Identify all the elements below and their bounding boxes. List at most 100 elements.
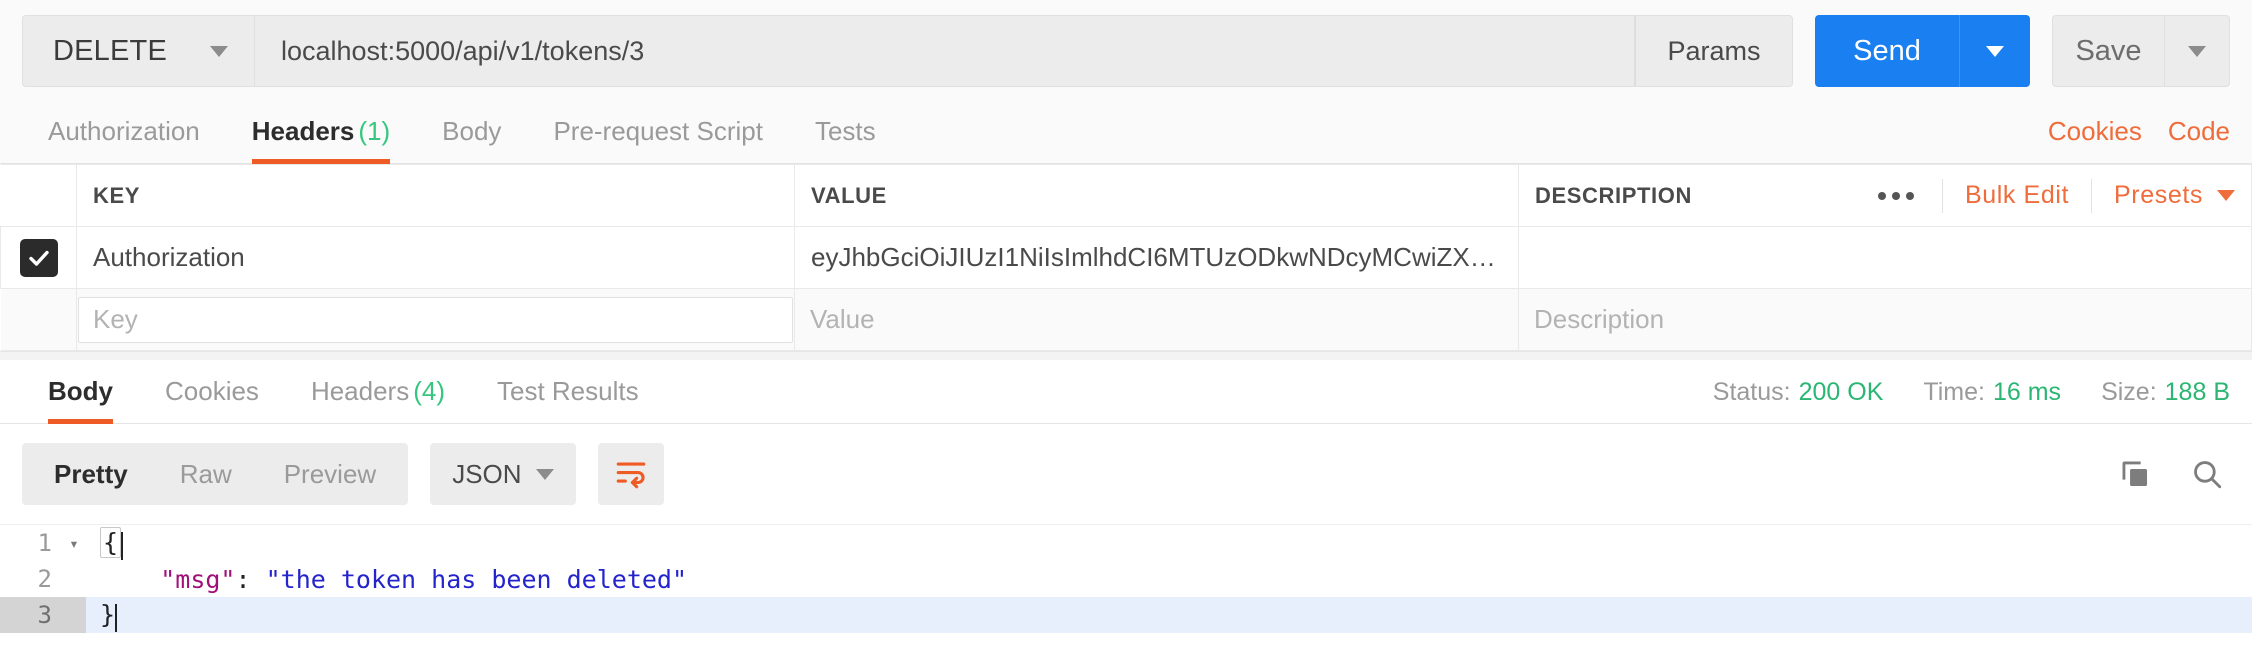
tab-body[interactable]: Body (416, 116, 527, 163)
new-row-description-cell[interactable]: Description (1518, 288, 2252, 351)
view-mode-raw[interactable]: Raw (154, 443, 258, 505)
response-tab-bar: Body Cookies Headers (4) Test Results Sta… (0, 360, 2252, 424)
search-button[interactable] (2190, 457, 2224, 491)
http-method-selector[interactable]: DELETE (22, 15, 254, 87)
request-url-input[interactable]: localhost:5000/api/v1/tokens/3 (254, 15, 1635, 87)
row-checkbox-cell (0, 226, 77, 289)
column-header-description: DESCRIPTION Bulk Edit Presets (1518, 164, 2252, 227)
new-row-value-cell[interactable]: Value (794, 288, 1519, 351)
copy-button[interactable] (2118, 457, 2152, 491)
view-mode-label: Raw (179, 458, 232, 489)
send-options-button[interactable] (1959, 15, 2030, 87)
tab-authorization[interactable]: Authorization (22, 116, 226, 163)
params-button[interactable]: Params (1635, 15, 1793, 87)
column-header-description-label: DESCRIPTION (1535, 182, 1692, 208)
text-cursor (115, 604, 118, 632)
code-line-text: "msg": "the token has been deleted" (86, 565, 687, 594)
header-enabled-checkbox[interactable] (19, 238, 58, 277)
line-number: 3 (0, 597, 62, 633)
code-token: } (100, 600, 116, 629)
header-key-cell[interactable]: Authorization (76, 226, 795, 289)
chevron-down-icon (2188, 45, 2206, 57)
tab-label: Cookies (165, 376, 259, 406)
status-label: Status: (1712, 378, 1791, 406)
view-mode-label: Preview (283, 458, 377, 489)
table-row-new: Key Value Description (0, 288, 2252, 351)
save-options-button[interactable] (2164, 15, 2230, 87)
divider (1941, 178, 1943, 213)
wrap-lines-button[interactable] (598, 443, 665, 505)
tab-pre-request-script[interactable]: Pre-request Script (527, 116, 789, 163)
header-description-cell[interactable] (1518, 226, 2252, 289)
request-tab-bar: Authorization Headers (1) Body Pre-reques… (0, 102, 2252, 164)
code-line-text: } (86, 600, 118, 632)
tab-headers[interactable]: Headers (1) (226, 116, 416, 164)
cookies-link[interactable]: Cookies (2048, 116, 2142, 147)
line-number: 2 (0, 561, 62, 597)
url-bar: DELETE localhost:5000/api/v1/tokens/3 Pa… (0, 0, 2252, 102)
table-row: Authorization eyJhbGciOiJIUzI1NiIsImlhdC… (0, 226, 2252, 289)
tab-label: Pre-request Script (553, 116, 763, 146)
code-token-key: "msg" (160, 564, 236, 594)
fold-spacer (62, 561, 86, 597)
tab-count-badge: (4) (413, 376, 445, 406)
column-header-value: VALUE (794, 164, 1519, 227)
save-button[interactable]: Save (2052, 15, 2164, 87)
status-value: 200 OK (1798, 378, 1884, 406)
headers-table-actions: Bulk Edit Presets (1872, 178, 2235, 213)
chevron-down-icon (536, 468, 555, 480)
tab-tests[interactable]: Tests (789, 116, 902, 163)
fold-toggle-icon[interactable]: ▾ (62, 525, 86, 561)
view-mode-preview[interactable]: Preview (258, 443, 402, 505)
tab-response-body[interactable]: Body (22, 376, 139, 424)
send-button[interactable]: Send (1815, 15, 1959, 87)
tab-response-cookies[interactable]: Cookies (139, 376, 285, 423)
presets-label: Presets (2114, 181, 2203, 209)
divider (2091, 178, 2093, 213)
presets-button[interactable]: Presets (2114, 181, 2235, 210)
http-method-label: DELETE (53, 34, 168, 67)
chevron-down-icon (2217, 190, 2235, 201)
view-mode-group: Pretty Raw Preview (22, 443, 409, 505)
response-body-viewer[interactable]: 1 ▾ { 2 "msg": "the token has been delet… (0, 524, 2252, 633)
text-cursor (121, 532, 124, 560)
bulk-edit-button[interactable]: Bulk Edit (1965, 181, 2069, 210)
save-button-group: Save (2052, 15, 2230, 87)
view-mode-pretty[interactable]: Pretty (28, 443, 154, 505)
response-toolbar-icons (2118, 457, 2230, 491)
headers-table: KEY VALUE DESCRIPTION Bulk Edit Presets (0, 164, 2252, 351)
new-value-input[interactable]: Value (796, 297, 1517, 343)
tab-response-headers[interactable]: Headers (4) (285, 376, 471, 423)
size-label: Size: (2101, 378, 2157, 406)
view-mode-label: Pretty (54, 458, 128, 489)
code-line: 1 ▾ { (0, 525, 2252, 561)
new-row-key-cell[interactable]: Key (76, 288, 795, 351)
more-options-icon[interactable] (1872, 191, 1920, 200)
tab-label: Headers (251, 116, 355, 146)
divider (0, 351, 2252, 360)
headers-table-head: KEY VALUE DESCRIPTION Bulk Edit Presets (0, 164, 2252, 227)
search-icon (2194, 461, 2222, 489)
new-description-input[interactable]: Description (1520, 297, 2250, 343)
response-body-toolbar: Pretty Raw Preview JSON (0, 424, 2252, 524)
wrap-lines-icon (616, 462, 646, 489)
size-badge: Size: 188 B (2101, 378, 2230, 407)
code-line-text: { (86, 527, 124, 560)
chevron-down-icon (1986, 45, 2004, 57)
tab-label: Body (442, 116, 502, 146)
request-tab-links: Cookies Code (2048, 116, 2230, 163)
send-button-group: Send (1815, 15, 2030, 87)
header-value-cell[interactable]: eyJhbGciOiJIUzI1NiIsImlhdCI6MTUzODkwNDcy… (794, 226, 1519, 289)
code-link[interactable]: Code (2168, 116, 2230, 147)
tab-test-results[interactable]: Test Results (471, 376, 665, 423)
send-label: Send (1853, 34, 1921, 67)
tab-label: Authorization (48, 116, 200, 146)
time-label: Time: (1923, 378, 1985, 406)
code-token-string: "the token has been deleted" (265, 564, 688, 594)
time-value: 16 ms (1992, 378, 2062, 406)
new-key-placeholder: Key (93, 304, 138, 334)
response-format-selector[interactable]: JSON (430, 443, 577, 505)
fold-spacer (62, 597, 86, 633)
new-key-input[interactable]: Key (78, 296, 793, 343)
